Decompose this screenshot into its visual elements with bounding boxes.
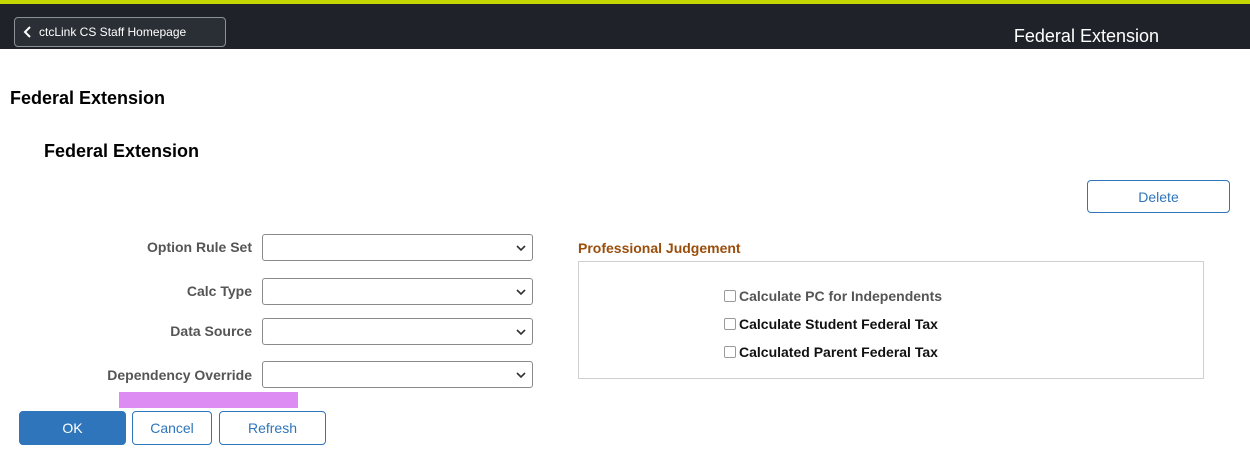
chevron-down-icon — [516, 372, 526, 379]
chevron-down-icon — [516, 245, 526, 252]
option-rule-set-select[interactable] — [262, 234, 533, 261]
cancel-button[interactable]: Cancel — [132, 411, 212, 445]
data-source-select[interactable] — [262, 318, 533, 345]
calc-type-select[interactable] — [262, 278, 533, 305]
checkbox[interactable] — [724, 346, 736, 358]
calculate-pc-independents-option[interactable]: Calculate PC for Independents — [724, 288, 942, 304]
back-button-label: ctcLink CS Staff Homepage — [39, 25, 187, 39]
ok-button[interactable]: OK — [19, 411, 126, 445]
checkbox-label: Calculated Parent Federal Tax — [739, 344, 938, 360]
option-rule-set-label: Option Rule Set — [147, 239, 252, 255]
page-title: Federal Extension — [10, 88, 166, 108]
checkbox[interactable] — [724, 318, 736, 330]
chevron-left-icon — [23, 26, 31, 38]
checkbox-label: Calculate Student Federal Tax — [739, 316, 938, 332]
section-title: Federal Extension — [44, 141, 200, 161]
chevron-down-icon — [516, 289, 526, 296]
delete-button[interactable]: Delete — [1087, 180, 1230, 213]
dependency-override-select[interactable] — [262, 361, 533, 388]
calculate-student-federal-tax-option[interactable]: Calculate Student Federal Tax — [724, 316, 938, 332]
dependency-override-label: Dependency Override — [107, 367, 252, 383]
refresh-button[interactable]: Refresh — [219, 411, 326, 445]
checkbox-label: Calculate PC for Independents — [739, 288, 943, 304]
header-title: Federal Extension — [1013, 26, 1159, 46]
professional-judgement-title: Professional Judgement — [578, 240, 741, 256]
data-source-label: Data Source — [170, 323, 252, 339]
highlight-marker — [119, 392, 298, 408]
back-to-homepage-button[interactable]: ctcLink CS Staff Homepage — [14, 17, 226, 47]
checkbox[interactable] — [724, 290, 736, 302]
calculated-parent-federal-tax-option[interactable]: Calculated Parent Federal Tax — [724, 344, 938, 360]
header-bar: ctcLink CS Staff Homepage Federal Extens… — [0, 4, 1250, 49]
calc-type-label: Calc Type — [186, 283, 252, 299]
chevron-down-icon — [516, 329, 526, 336]
